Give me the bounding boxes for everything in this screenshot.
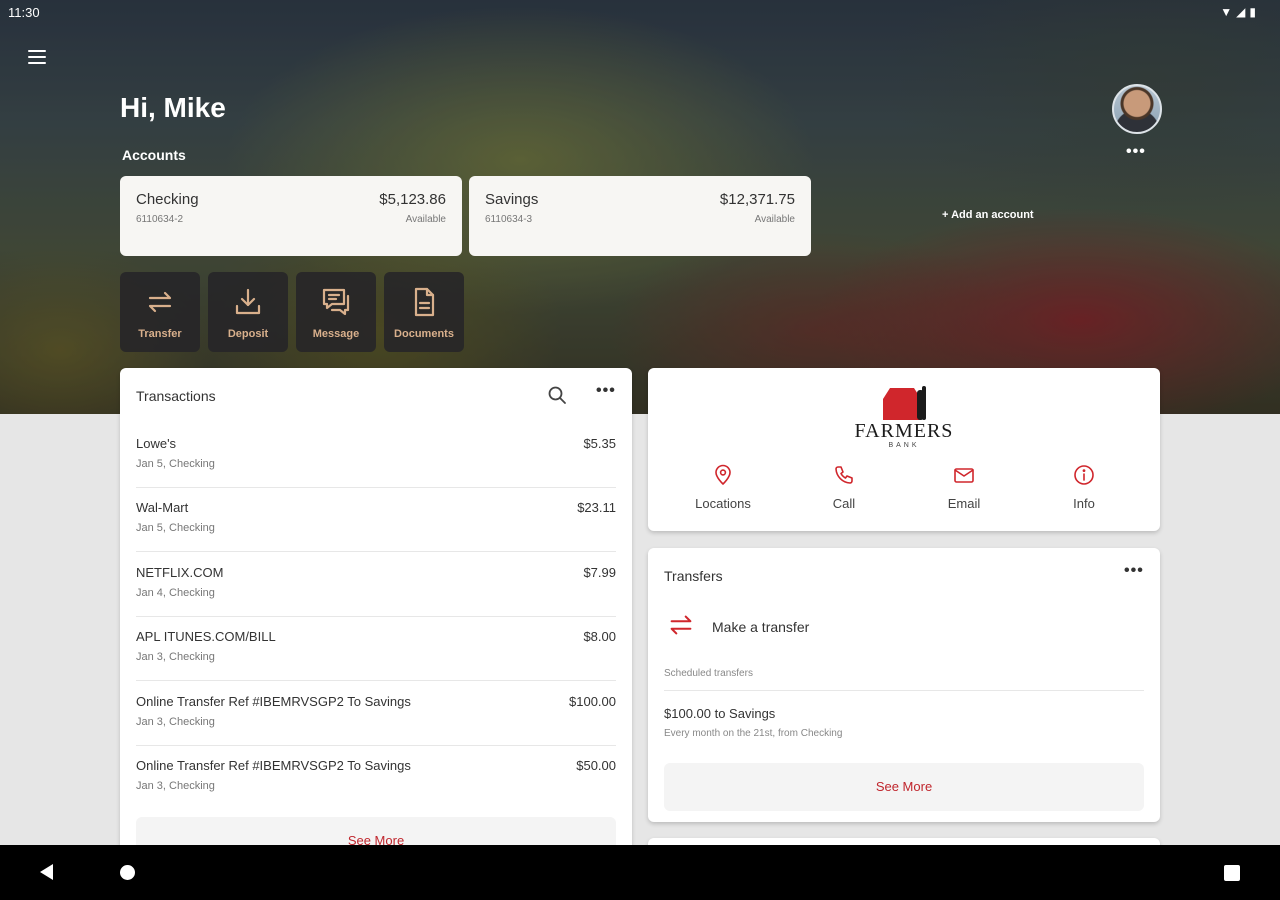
scheduled-transfer-detail: Every month on the 21st, from Checking: [664, 728, 843, 739]
balance-label: Available: [405, 214, 446, 225]
account-balance: $5,123.86: [379, 191, 446, 208]
documents-button[interactable]: Documents: [384, 272, 464, 352]
scheduled-transfer-title: $100.00 to Savings: [664, 706, 776, 721]
message-button[interactable]: Message: [296, 272, 376, 352]
transaction-description: NETFLIX.COM: [136, 565, 224, 580]
transfer-icon: [148, 291, 172, 313]
location-pin-icon: [715, 464, 731, 485]
bank-logo-text: FARMERS: [854, 420, 954, 442]
call-link[interactable]: Call: [794, 464, 894, 511]
transfers-title: Transfers: [664, 568, 723, 584]
divider: [664, 690, 1144, 691]
make-transfer-label: Make a transfer: [712, 619, 810, 635]
back-icon[interactable]: [40, 864, 53, 880]
quick-link-label: Email: [947, 496, 981, 511]
transaction-meta: Jan 5, Checking: [136, 458, 215, 470]
transactions-more-icon[interactable]: •••: [596, 382, 616, 400]
scheduled-transfer-item[interactable]: $100.00 to Savings Every month on the 21…: [664, 698, 1144, 746]
add-account-link[interactable]: + Add an account: [942, 209, 1034, 221]
bank-info-card: FARMERS BANK Locations Call Email Info: [648, 368, 1160, 531]
quick-link-label: Call: [832, 496, 856, 511]
transaction-description: Wal-Mart: [136, 500, 189, 515]
transfers-more-icon[interactable]: •••: [1124, 562, 1144, 580]
wifi-icon: ▼: [1220, 5, 1233, 19]
phone-icon: [835, 466, 853, 484]
transaction-meta: Jan 4, Checking: [136, 587, 215, 599]
transfers-see-more-button[interactable]: See More: [664, 763, 1144, 811]
message-icon: [322, 288, 350, 316]
account-card-savings[interactable]: Savings 6110634-3 $12,371.75 Available: [469, 176, 811, 256]
transfers-card: Transfers ••• Make a transfer Scheduled …: [648, 548, 1160, 822]
menu-icon[interactable]: [24, 44, 50, 70]
info-icon: [1074, 465, 1094, 485]
scheduled-transfers-label: Scheduled transfers: [664, 668, 753, 679]
transaction-amount: $100.00: [569, 694, 616, 709]
transaction-meta: Jan 3, Checking: [136, 651, 215, 663]
search-icon[interactable]: [547, 385, 567, 405]
transaction-meta: Jan 3, Checking: [136, 716, 215, 728]
transaction-amount: $50.00: [576, 758, 616, 773]
transaction-row[interactable]: Online Transfer Ref #IBEMRVSGP2 To Savin…: [136, 682, 616, 746]
quick-link-label: Locations: [695, 496, 751, 511]
deposit-icon: [235, 288, 261, 315]
status-bar: 11:30 ▼ ◢ ▮: [0, 0, 1280, 26]
status-icons: ▼ ◢ ▮: [1220, 5, 1256, 19]
info-link[interactable]: Info: [1034, 464, 1134, 511]
action-label: Message: [312, 328, 360, 340]
transaction-row[interactable]: APL ITUNES.COM/BILL $8.00 Jan 3, Checkin…: [136, 617, 616, 681]
document-icon: [414, 287, 435, 317]
avatar[interactable]: [1112, 84, 1162, 134]
transaction-meta: Jan 3, Checking: [136, 780, 215, 792]
account-card-checking[interactable]: Checking 6110634-2 $5,123.86 Available: [120, 176, 462, 256]
recent-apps-icon[interactable]: [1224, 865, 1240, 881]
action-label: Transfer: [138, 328, 182, 340]
transaction-meta: Jan 5, Checking: [136, 522, 215, 534]
account-balance: $12,371.75: [719, 191, 795, 208]
transaction-row[interactable]: Wal-Mart $23.11 Jan 5, Checking: [136, 488, 616, 552]
barn-logo-icon: [883, 386, 926, 420]
locations-link[interactable]: Locations: [673, 464, 773, 511]
transaction-amount: $5.35: [583, 436, 616, 451]
transaction-description: Online Transfer Ref #IBEMRVSGP2 To Savin…: [136, 758, 411, 773]
email-link[interactable]: Email: [914, 464, 1014, 511]
balance-label: Available: [754, 214, 795, 225]
transaction-amount: $7.99: [583, 565, 616, 580]
transaction-row[interactable]: Lowe's $5.35 Jan 5, Checking: [136, 424, 616, 488]
make-transfer-button[interactable]: Make a transfer: [664, 608, 1144, 646]
action-label: Deposit: [227, 328, 269, 340]
signal-icon: ◢: [1236, 5, 1246, 19]
deposit-button[interactable]: Deposit: [208, 272, 288, 352]
account-name: Checking: [136, 191, 199, 208]
transaction-description: Lowe's: [136, 436, 177, 451]
account-name: Savings: [485, 191, 539, 208]
transaction-description: APL ITUNES.COM/BILL: [136, 629, 276, 644]
transaction-row[interactable]: NETFLIX.COM $7.99 Jan 4, Checking: [136, 553, 616, 617]
action-label: Documents: [394, 328, 454, 340]
quick-link-label: Info: [1073, 496, 1095, 511]
transaction-description: Online Transfer Ref #IBEMRVSGP2 To Savin…: [136, 694, 411, 709]
account-number: 6110634-2: [136, 214, 184, 225]
navigation-bar: [0, 845, 1280, 900]
profile-more-icon[interactable]: •••: [1126, 143, 1146, 161]
battery-icon: ▮: [1249, 5, 1256, 19]
transactions-card: Transactions ••• Lowe's $5.35 Jan 5, Che…: [120, 368, 632, 858]
transfer-icon: [670, 615, 692, 635]
account-number: 6110634-3: [485, 214, 533, 225]
accounts-label: Accounts: [122, 147, 186, 163]
email-icon: [954, 468, 974, 483]
status-time: 11:30: [8, 5, 40, 20]
transaction-amount: $23.11: [577, 500, 616, 515]
transfer-button[interactable]: Transfer: [120, 272, 200, 352]
greeting: Hi, Mike: [120, 92, 226, 123]
bank-logo-subtext: BANK: [888, 442, 920, 449]
transaction-row[interactable]: Online Transfer Ref #IBEMRVSGP2 To Savin…: [136, 746, 616, 810]
transaction-amount: $8.00: [583, 629, 616, 644]
home-icon[interactable]: [120, 865, 135, 880]
transactions-title: Transactions: [136, 388, 216, 404]
